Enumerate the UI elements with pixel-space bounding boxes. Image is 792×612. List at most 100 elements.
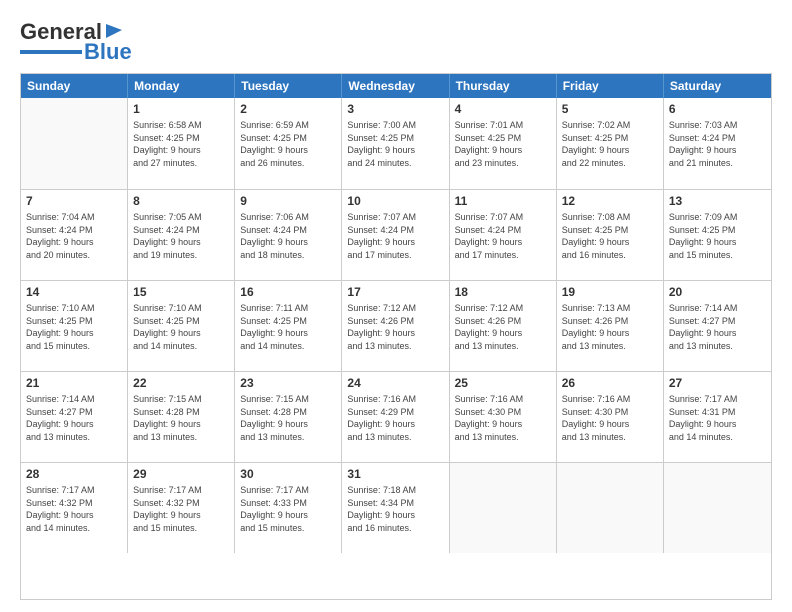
- day-number: 26: [562, 375, 658, 391]
- day-number: 20: [669, 284, 766, 300]
- day-info: Sunrise: 7:14 AM Sunset: 4:27 PM Dayligh…: [669, 302, 766, 352]
- day-info: Sunrise: 7:15 AM Sunset: 4:28 PM Dayligh…: [133, 393, 229, 443]
- day-number: 29: [133, 466, 229, 482]
- table-row: 31 Sunrise: 7:18 AM Sunset: 4:34 PM Dayli…: [342, 463, 449, 553]
- day-info: Sunrise: 7:03 AM Sunset: 4:24 PM Dayligh…: [669, 119, 766, 169]
- day-info: Sunrise: 7:00 AM Sunset: 4:25 PM Dayligh…: [347, 119, 443, 169]
- logo-bar: [20, 50, 82, 54]
- header-day-friday: Friday: [557, 74, 664, 98]
- day-info: Sunrise: 7:07 AM Sunset: 4:24 PM Dayligh…: [347, 211, 443, 261]
- table-row: 2 Sunrise: 6:59 AM Sunset: 4:25 PM Daylig…: [235, 98, 342, 189]
- table-row: 24Sunrise: 7:16 AM Sunset: 4:29 PM Dayli…: [342, 372, 449, 462]
- day-number: 9: [240, 193, 336, 209]
- day-number: 25: [455, 375, 551, 391]
- table-row: 17 Sunrise: 7:12 AM Sunset: 4:26 PM Dayli…: [342, 281, 449, 371]
- header: General Blue: [20, 18, 772, 63]
- header-day-saturday: Saturday: [664, 74, 771, 98]
- table-row: 5 Sunrise: 7:02 AM Sunset: 4:25 PM Daylig…: [557, 98, 664, 189]
- table-row: 16 Sunrise: 7:11 AM Sunset: 4:25 PM Dayli…: [235, 281, 342, 371]
- header-day-sunday: Sunday: [21, 74, 128, 98]
- table-row: 25Sunrise: 7:16 AM Sunset: 4:30 PM Dayli…: [450, 372, 557, 462]
- table-row: 29 Sunrise: 7:17 AM Sunset: 4:32 PM Dayli…: [128, 463, 235, 553]
- table-row: 7 Sunrise: 7:04 AM Sunset: 4:24 PM Daylig…: [21, 190, 128, 280]
- table-row: 18Sunrise: 7:12 AM Sunset: 4:26 PM Dayli…: [450, 281, 557, 371]
- day-info: Sunrise: 7:18 AM Sunset: 4:34 PM Dayligh…: [347, 484, 443, 534]
- table-row: [450, 463, 557, 553]
- table-row: 14 Sunrise: 7:10 AM Sunset: 4:25 PM Dayli…: [21, 281, 128, 371]
- day-info: Sunrise: 7:13 AM Sunset: 4:26 PM Dayligh…: [562, 302, 658, 352]
- header-day-wednesday: Wednesday: [342, 74, 449, 98]
- day-info: Sunrise: 7:12 AM Sunset: 4:26 PM Dayligh…: [347, 302, 443, 352]
- day-number: 16: [240, 284, 336, 300]
- day-number: 17: [347, 284, 443, 300]
- day-number: 21: [26, 375, 122, 391]
- day-info: Sunrise: 7:11 AM Sunset: 4:25 PM Dayligh…: [240, 302, 336, 352]
- calendar-week-4: 28 Sunrise: 7:17 AM Sunset: 4:32 PM Dayli…: [21, 462, 771, 553]
- table-row: 1 Sunrise: 6:58 AM Sunset: 4:25 PM Daylig…: [128, 98, 235, 189]
- day-number: 27: [669, 375, 766, 391]
- calendar-body: 1 Sunrise: 6:58 AM Sunset: 4:25 PM Daylig…: [21, 98, 771, 553]
- logo-bottom: Blue: [20, 41, 132, 63]
- table-row: [21, 98, 128, 189]
- day-number: 18: [455, 284, 551, 300]
- day-info: Sunrise: 7:17 AM Sunset: 4:32 PM Dayligh…: [26, 484, 122, 534]
- day-info: Sunrise: 7:14 AM Sunset: 4:27 PM Dayligh…: [26, 393, 122, 443]
- day-number: 14: [26, 284, 122, 300]
- table-row: 3 Sunrise: 7:00 AM Sunset: 4:25 PM Daylig…: [342, 98, 449, 189]
- page: General Blue SundayMondayTuesdayWednesda…: [0, 0, 792, 612]
- day-info: Sunrise: 7:16 AM Sunset: 4:30 PM Dayligh…: [562, 393, 658, 443]
- day-info: Sunrise: 6:58 AM Sunset: 4:25 PM Dayligh…: [133, 119, 229, 169]
- day-info: Sunrise: 7:05 AM Sunset: 4:24 PM Dayligh…: [133, 211, 229, 261]
- day-number: 13: [669, 193, 766, 209]
- day-number: 23: [240, 375, 336, 391]
- table-row: 6 Sunrise: 7:03 AM Sunset: 4:24 PM Daylig…: [664, 98, 771, 189]
- day-number: 28: [26, 466, 122, 482]
- calendar-week-3: 21 Sunrise: 7:14 AM Sunset: 4:27 PM Dayli…: [21, 371, 771, 462]
- day-info: Sunrise: 7:16 AM Sunset: 4:29 PM Dayligh…: [347, 393, 443, 443]
- day-number: 10: [347, 193, 443, 209]
- table-row: 23Sunrise: 7:15 AM Sunset: 4:28 PM Dayli…: [235, 372, 342, 462]
- day-number: 2: [240, 101, 336, 117]
- day-number: 5: [562, 101, 658, 117]
- day-number: 31: [347, 466, 443, 482]
- table-row: 10 Sunrise: 7:07 AM Sunset: 4:24 PM Dayli…: [342, 190, 449, 280]
- day-info: Sunrise: 7:07 AM Sunset: 4:24 PM Dayligh…: [455, 211, 551, 261]
- day-info: Sunrise: 7:17 AM Sunset: 4:33 PM Dayligh…: [240, 484, 336, 534]
- day-number: 6: [669, 101, 766, 117]
- day-info: Sunrise: 7:08 AM Sunset: 4:25 PM Dayligh…: [562, 211, 658, 261]
- day-info: Sunrise: 7:09 AM Sunset: 4:25 PM Dayligh…: [669, 211, 766, 261]
- day-info: Sunrise: 7:01 AM Sunset: 4:25 PM Dayligh…: [455, 119, 551, 169]
- calendar-week-2: 14 Sunrise: 7:10 AM Sunset: 4:25 PM Dayli…: [21, 280, 771, 371]
- calendar: SundayMondayTuesdayWednesdayThursdayFrid…: [20, 73, 772, 600]
- header-day-monday: Monday: [128, 74, 235, 98]
- day-info: Sunrise: 7:02 AM Sunset: 4:25 PM Dayligh…: [562, 119, 658, 169]
- header-day-tuesday: Tuesday: [235, 74, 342, 98]
- logo-blue-text: Blue: [84, 41, 132, 63]
- day-info: Sunrise: 6:59 AM Sunset: 4:25 PM Dayligh…: [240, 119, 336, 169]
- day-info: Sunrise: 7:04 AM Sunset: 4:24 PM Dayligh…: [26, 211, 122, 261]
- day-number: 22: [133, 375, 229, 391]
- table-row: 20 Sunrise: 7:14 AM Sunset: 4:27 PM Dayli…: [664, 281, 771, 371]
- header-day-thursday: Thursday: [450, 74, 557, 98]
- day-info: Sunrise: 7:10 AM Sunset: 4:25 PM Dayligh…: [26, 302, 122, 352]
- table-row: [557, 463, 664, 553]
- table-row: 21 Sunrise: 7:14 AM Sunset: 4:27 PM Dayli…: [21, 372, 128, 462]
- table-row: 15Sunrise: 7:10 AM Sunset: 4:25 PM Dayli…: [128, 281, 235, 371]
- day-number: 7: [26, 193, 122, 209]
- table-row: 4Sunrise: 7:01 AM Sunset: 4:25 PM Daylig…: [450, 98, 557, 189]
- day-info: Sunrise: 7:06 AM Sunset: 4:24 PM Dayligh…: [240, 211, 336, 261]
- calendar-week-0: 1 Sunrise: 6:58 AM Sunset: 4:25 PM Daylig…: [21, 98, 771, 189]
- day-number: 3: [347, 101, 443, 117]
- table-row: 11Sunrise: 7:07 AM Sunset: 4:24 PM Dayli…: [450, 190, 557, 280]
- day-number: 1: [133, 101, 229, 117]
- day-number: 19: [562, 284, 658, 300]
- day-number: 8: [133, 193, 229, 209]
- day-number: 15: [133, 284, 229, 300]
- day-number: 30: [240, 466, 336, 482]
- day-info: Sunrise: 7:17 AM Sunset: 4:32 PM Dayligh…: [133, 484, 229, 534]
- logo: General Blue: [20, 18, 132, 63]
- table-row: 26 Sunrise: 7:16 AM Sunset: 4:30 PM Dayli…: [557, 372, 664, 462]
- table-row: 28 Sunrise: 7:17 AM Sunset: 4:32 PM Dayli…: [21, 463, 128, 553]
- table-row: 19 Sunrise: 7:13 AM Sunset: 4:26 PM Dayli…: [557, 281, 664, 371]
- table-row: 22 Sunrise: 7:15 AM Sunset: 4:28 PM Dayli…: [128, 372, 235, 462]
